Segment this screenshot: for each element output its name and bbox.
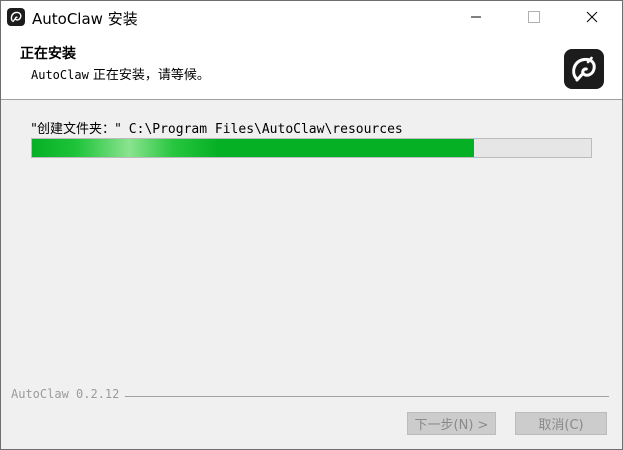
autoclaw-logo-icon xyxy=(564,49,604,89)
install-detail-text: "创建文件夹：" C:\Program Files\AutoClaw\resou… xyxy=(31,118,403,137)
maximize-button xyxy=(511,1,557,33)
progress-fill xyxy=(32,139,474,157)
detail-path: C:\Program Files\AutoClaw\resources xyxy=(120,122,403,137)
brand-label: AutoClaw 0.2.12 xyxy=(11,387,126,401)
page-header: 正在安装 AutoClaw 正在安装，请等候。 xyxy=(1,33,622,100)
cancel-button[interactable]: 取消(C) xyxy=(515,412,607,435)
window-title: AutoClaw 安装 xyxy=(32,10,138,28)
maximize-icon xyxy=(528,11,540,23)
subtitle-text: 正在安装，请等候。 xyxy=(88,68,210,83)
minimize-icon xyxy=(471,16,481,18)
close-button[interactable] xyxy=(569,1,615,33)
installer-window: AutoClaw 安装 正在安装 AutoClaw 正在安装，请等候。 "创建文… xyxy=(0,0,623,450)
page-subtitle: AutoClaw 正在安装，请等候。 xyxy=(31,64,210,83)
install-progress-bar xyxy=(31,138,592,158)
close-icon xyxy=(586,11,598,23)
page-title: 正在安装 xyxy=(20,46,76,62)
minimize-button[interactable] xyxy=(453,1,499,33)
next-button[interactable]: 下一步(N) > xyxy=(407,412,496,435)
detail-label: "创建文件夹：" xyxy=(31,122,121,137)
subtitle-app-name: AutoClaw xyxy=(31,68,89,82)
autoclaw-logo-icon xyxy=(7,8,25,26)
title-bar[interactable]: AutoClaw 安装 xyxy=(1,1,622,33)
